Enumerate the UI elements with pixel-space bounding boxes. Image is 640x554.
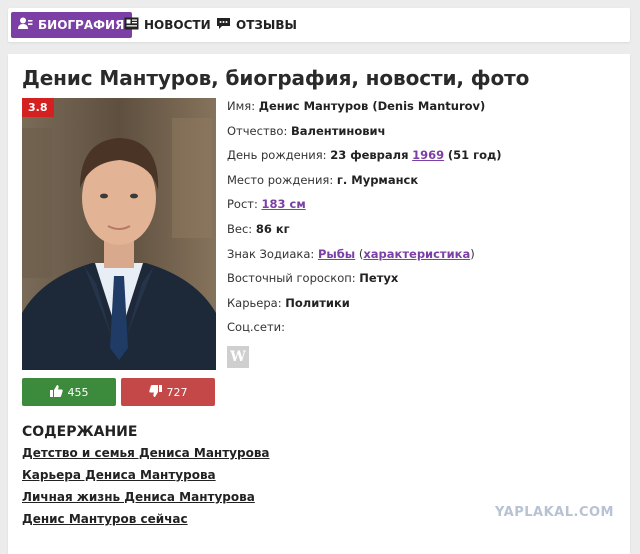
rating-badge: 3.8 — [22, 98, 54, 117]
info-label: Соц.сети: — [227, 320, 285, 335]
wikipedia-icon[interactable]: W — [227, 346, 249, 368]
toc-item: Денис Мантуров сейчас — [22, 512, 270, 534]
info-height: Рост: 183 см — [227, 197, 502, 222]
birth-year-link[interactable]: 1969 — [412, 148, 444, 162]
toc-item: Детство и семья Дениса Мантурова — [22, 446, 270, 468]
tab-news[interactable]: НОВОСТИ — [124, 12, 211, 38]
table-of-contents: Детство и семья Дениса Мантурова Карьера… — [22, 446, 270, 534]
info-label: Рост: — [227, 197, 258, 212]
tab-biography-label: БИОГРАФИЯ — [38, 18, 125, 32]
user-icon — [18, 17, 33, 33]
info-label: Место рождения: — [227, 172, 334, 187]
info-label: Знак Зодиака: — [227, 246, 315, 261]
like-button[interactable]: 455 — [22, 378, 116, 406]
info-value: Валентинович — [291, 123, 386, 138]
info-label: Восточный гороскоп: — [227, 271, 356, 286]
toc-link[interactable]: Личная жизнь Дениса Мантурова — [22, 490, 255, 504]
info-value: г. Мурманск — [336, 172, 419, 187]
tab-news-label: НОВОСТИ — [144, 18, 211, 32]
info-birthplace: Место рождения: г. Мурманск — [227, 173, 502, 198]
toc-item: Личная жизнь Дениса Мантурова — [22, 490, 270, 512]
info-value: Политики — [285, 295, 350, 310]
dislike-button[interactable]: 727 — [121, 378, 215, 406]
thumbs-down-icon — [148, 384, 162, 400]
like-count: 455 — [67, 385, 89, 399]
info-zodiac: Знак Зодиака: Рыбы (характеристика) — [227, 247, 502, 272]
comment-icon — [216, 17, 231, 33]
portrait-photo[interactable]: 3.8 — [22, 98, 216, 370]
biography-card: Денис Мантуров, биография, новости, фото — [8, 54, 630, 554]
height-link[interactable]: 183 см — [262, 197, 306, 211]
tab-biography[interactable]: БИОГРАФИЯ — [11, 12, 133, 38]
info-value: Петух — [359, 271, 399, 286]
info-label: Вес: — [227, 221, 253, 236]
newspaper-icon — [124, 17, 139, 33]
info-value: 86 кг — [255, 221, 290, 236]
info-age: (51 год) — [447, 148, 502, 163]
info-list: Имя: Денис Мантуров (Denis Manturov) Отч… — [227, 99, 502, 345]
zodiac-characteristic-link[interactable]: характеристика — [363, 247, 470, 261]
info-patronymic: Отчество: Валентинович — [227, 124, 502, 149]
info-social: Соц.сети: — [227, 320, 502, 345]
info-label: День рождения: — [227, 148, 327, 163]
info-weight: Вес: 86 кг — [227, 222, 502, 247]
paren-close: ) — [470, 246, 475, 261]
info-label: Отчество: — [227, 123, 288, 138]
info-value: Денис Мантуров (Denis Manturov) — [258, 99, 486, 113]
toc-item: Карьера Дениса Мантурова — [22, 468, 270, 490]
tab-reviews[interactable]: ОТЗЫВЫ — [216, 12, 297, 38]
info-eastern-horoscope: Восточный гороскоп: Петух — [227, 271, 502, 296]
info-value: 23 февраля — [330, 148, 409, 163]
toc-link[interactable]: Карьера Дениса Мантурова — [22, 468, 216, 482]
toc-link[interactable]: Денис Мантуров сейчас — [22, 512, 188, 526]
toc-title: СОДЕРЖАНИЕ — [22, 424, 138, 440]
tab-reviews-label: ОТЗЫВЫ — [236, 18, 297, 32]
info-name: Имя: Денис Мантуров (Denis Manturov) — [227, 99, 502, 124]
toc-link[interactable]: Детство и семья Дениса Мантурова — [22, 446, 270, 460]
dislike-count: 727 — [166, 385, 188, 399]
section-tabs: БИОГРАФИЯ НОВОСТИ ОТЗЫВЫ — [8, 8, 630, 42]
info-label: Имя: — [227, 99, 256, 113]
info-birthday: День рождения: 23 февраля 1969 (51 год) — [227, 148, 502, 173]
info-label: Карьера: — [227, 295, 282, 310]
watermark: YAPLAKAL.COM — [495, 505, 614, 520]
page-title: Денис Мантуров, биография, новости, фото — [22, 66, 530, 90]
thumbs-up-icon — [49, 384, 63, 400]
info-career: Карьера: Политики — [227, 296, 502, 321]
zodiac-link[interactable]: Рыбы — [318, 247, 355, 261]
